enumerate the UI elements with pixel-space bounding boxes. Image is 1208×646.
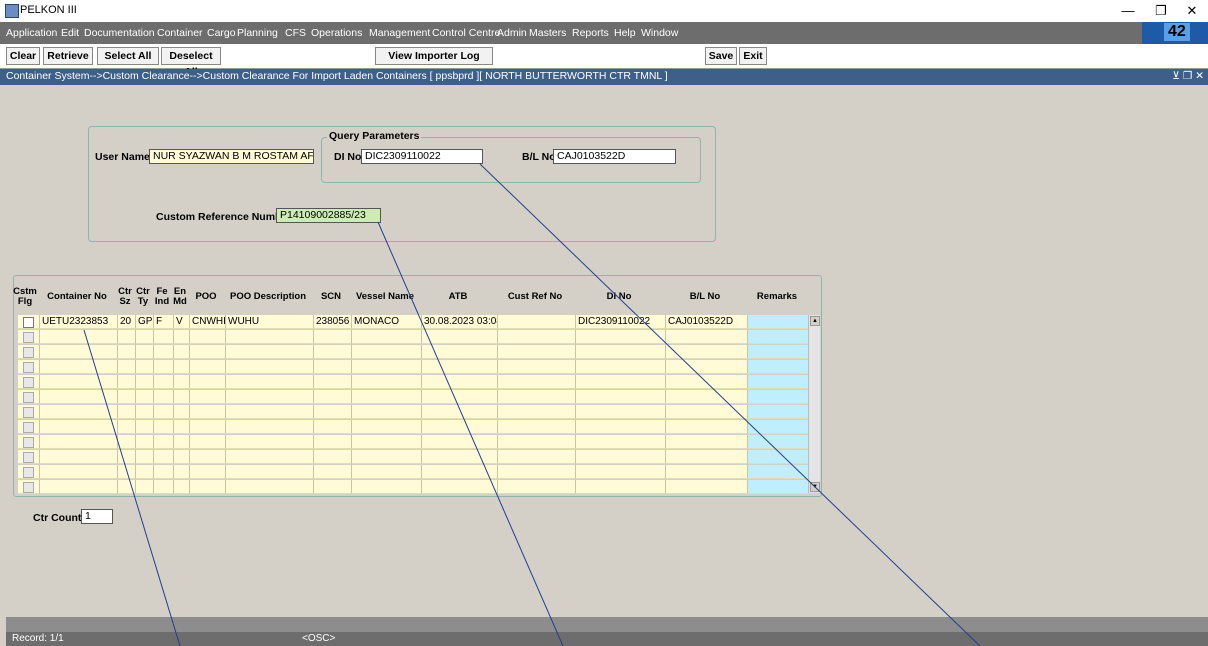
annotation-lines — [83, 163, 981, 646]
annotation-line-di-no — [479, 163, 981, 646]
annotation-line-container — [83, 329, 181, 646]
annotation-line-custom-ref — [377, 221, 564, 646]
